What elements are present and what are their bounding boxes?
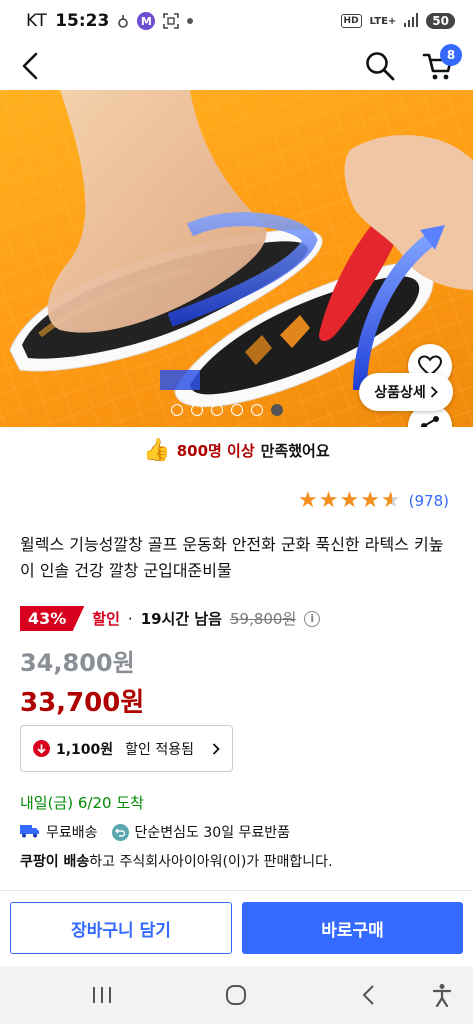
- recent-apps-button[interactable]: [82, 980, 122, 1010]
- messenger-icon: M: [137, 12, 156, 30]
- carousel-dot[interactable]: [251, 404, 263, 416]
- status-bar: KT 15:23 M HD LTE+ 50: [0, 0, 473, 42]
- network-type: LTE+: [369, 15, 397, 27]
- share-icon: [421, 416, 439, 427]
- home-button[interactable]: [216, 980, 256, 1010]
- product-detail-label: 상품상세: [374, 385, 426, 401]
- original-price: 59,800원: [229, 610, 297, 628]
- recent-apps-icon: [93, 987, 111, 1003]
- chevron-right-icon: [212, 742, 220, 755]
- back-button[interactable]: [14, 50, 46, 82]
- back-arrow-icon: [362, 985, 374, 1005]
- truck-icon: [20, 823, 40, 842]
- down-arrow-icon: [33, 740, 50, 757]
- carousel-dot[interactable]: [191, 404, 203, 416]
- arrival-date: 내일(금) 6/20 도착: [20, 794, 144, 812]
- carousel-dot[interactable]: [171, 404, 183, 416]
- satisfied-text: 만족했어요: [260, 441, 330, 460]
- notification-dot-icon: [187, 18, 194, 24]
- system-back-button[interactable]: [348, 980, 388, 1010]
- scan-icon: [163, 13, 180, 29]
- carousel-dot[interactable]: [231, 404, 243, 416]
- return-icon: [111, 823, 129, 841]
- carousel-indicator: [171, 404, 283, 416]
- satisfaction-banner: 👍 800명 이상 만족했어요: [0, 430, 473, 470]
- search-icon: [366, 52, 395, 81]
- add-to-cart-button[interactable]: 장바구니 담기: [10, 902, 232, 954]
- chevron-right-icon: [430, 386, 438, 398]
- free-shipping-label: 무료배송: [46, 825, 98, 841]
- separator: ·: [127, 609, 133, 628]
- star-icon: ★: [339, 488, 360, 513]
- discount-row: 43% 할인 · 19시간 남음 59,800원 i: [20, 606, 321, 631]
- sale-price: 34,800원: [20, 649, 135, 677]
- app-header: 8: [0, 42, 473, 90]
- buy-now-button[interactable]: 바로구매: [242, 902, 463, 954]
- coupon-label: 할인 적용됨: [125, 741, 195, 758]
- satisfied-count: 800명 이상: [176, 441, 255, 460]
- star-rating: ★ ★ ★ ★ ★: [298, 490, 401, 512]
- carrier-label: KT: [26, 11, 48, 31]
- half-star-icon: ★: [380, 488, 401, 513]
- status-left: KT 15:23 M: [26, 11, 194, 31]
- battery-icon: 50: [426, 13, 455, 29]
- system-navigation-bar: [0, 966, 473, 1024]
- status-right: HD LTE+ 50: [340, 12, 455, 30]
- seller-info: 쿠팡이 배송하고 주식회사아이아워(이)가 판매합니다.: [20, 851, 333, 871]
- signal-icon: [404, 12, 419, 30]
- carousel-dot-active[interactable]: [271, 404, 283, 416]
- rating-summary[interactable]: ★ ★ ★ ★ ★ (978): [298, 490, 449, 512]
- accessibility-icon: [432, 984, 452, 1007]
- thumbs-up-icon: 👍: [143, 437, 171, 463]
- shipping-row: 무료배송 단순변심도 30일 무료반품: [20, 822, 290, 842]
- free-return-label: 단순변심도 30일 무료반품: [134, 825, 291, 841]
- accessibility-button[interactable]: [422, 980, 462, 1010]
- home-icon: [226, 985, 246, 1005]
- star-icon: ★: [318, 488, 339, 513]
- product-detail-button[interactable]: 상품상세: [359, 373, 453, 411]
- coupon-discount-button[interactable]: 1,100원 할인 적용됨: [20, 725, 233, 772]
- carousel-dot[interactable]: [211, 404, 223, 416]
- hd-voice-icon: HD: [340, 14, 362, 28]
- discount-badge: 43%: [20, 606, 85, 631]
- star-icon: ★: [360, 488, 380, 513]
- time-left: 19시간 남음: [140, 610, 222, 628]
- cart-button[interactable]: 8: [418, 44, 462, 84]
- seller-text: 하고 주식회사아이아워(이)가 판매합니다.: [89, 854, 333, 870]
- star-icon: ★: [297, 488, 318, 513]
- product-title: 윌렉스 기능성깔창 골프 운동화 안전화 군화 푹신한 라텍스 키높이 인솔 건…: [20, 535, 444, 580]
- clock: 15:23: [55, 11, 110, 31]
- chevron-left-icon: [22, 52, 38, 80]
- search-button[interactable]: [362, 48, 398, 84]
- divider: [0, 890, 473, 891]
- cart-count-badge: 8: [440, 44, 462, 66]
- seller-delivery-type: 쿠팡이 배송: [20, 854, 90, 870]
- coupon-amount: 1,100원: [56, 741, 114, 758]
- sync-icon: [117, 13, 129, 29]
- final-price: 33,700원: [20, 688, 145, 718]
- review-count[interactable]: (978): [409, 492, 449, 510]
- info-icon[interactable]: i: [304, 610, 321, 627]
- discount-label: 할인: [92, 610, 120, 628]
